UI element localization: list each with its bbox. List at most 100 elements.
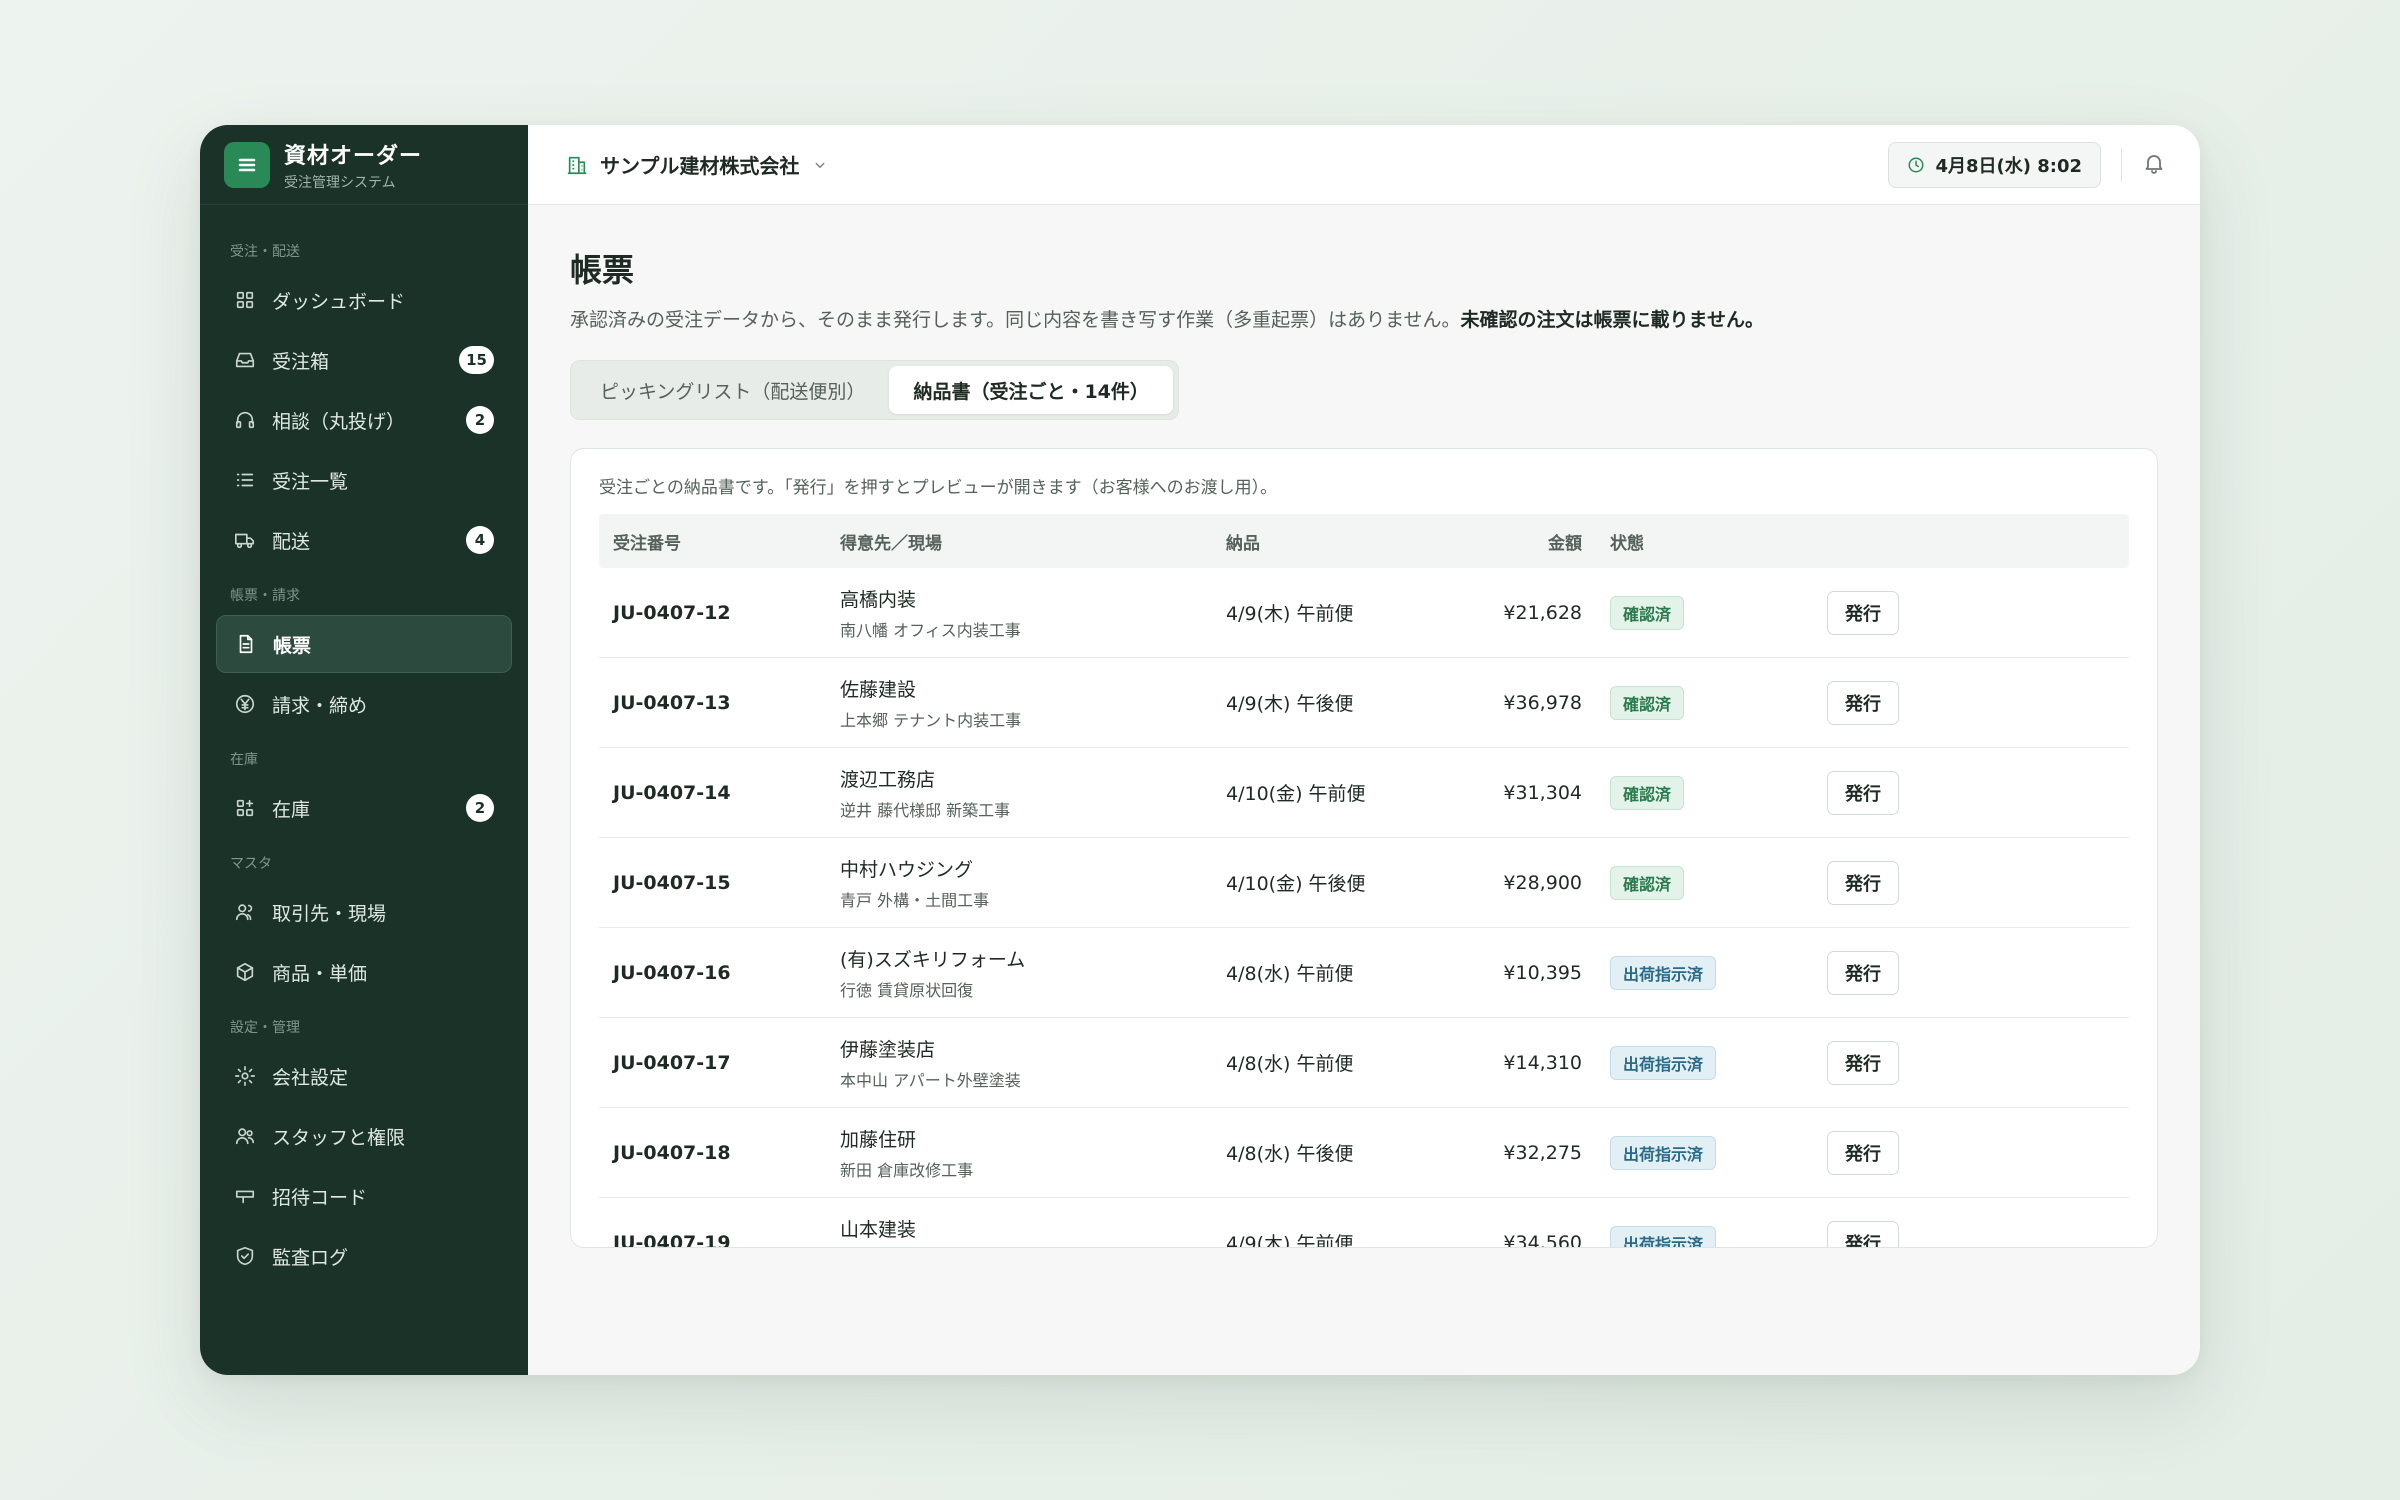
customer-name: (有)スズキリフォーム bbox=[840, 948, 1026, 971]
issue-button[interactable]: 発行 bbox=[1827, 1130, 1899, 1175]
sidebar-item-inventory[interactable]: 在庫 2 bbox=[216, 779, 512, 837]
sidebar-item-label: 取引先・現場 bbox=[272, 902, 387, 925]
delivery-slot: 4/9(木) 午前便 bbox=[1226, 603, 1354, 625]
page-description: 承認済みの受注データから、そのまま発行します。同じ内容を書き写す作業（多重起票）… bbox=[570, 305, 2158, 332]
sidebar-item-box[interactable]: 商品・単価 bbox=[216, 943, 512, 1001]
topbar: サンプル建材株式会社 4月8日(水) 8:02 bbox=[528, 125, 2200, 205]
sidebar-item-yen[interactable]: 請求・締め bbox=[216, 675, 512, 733]
staff-icon bbox=[235, 1128, 255, 1145]
sidebar-item-label: 会社設定 bbox=[272, 1066, 349, 1089]
customer-cell: 加藤住研 新田 倉庫改修工事 bbox=[840, 1125, 1226, 1181]
sidebar-item-inbox[interactable]: 受注箱 15 bbox=[216, 331, 512, 389]
customer-cell: 中村ハウジング 青戸 外構・土間工事 bbox=[840, 855, 1226, 911]
inbox-icon bbox=[235, 352, 255, 368]
sidebar-item-users[interactable]: 取引先・現場 bbox=[216, 883, 512, 941]
issue-button[interactable]: 発行 bbox=[1827, 770, 1899, 815]
amount: ¥34,560 bbox=[1503, 1231, 1582, 1248]
table-body: JU-0407-12 高橋内装 南八幡 オフィス内装工事 4/9(木) 午前便 ¥21,… bbox=[599, 568, 2129, 1248]
sidebar-item-label: 招待コード bbox=[272, 1186, 368, 1209]
sidebar-item-label: 帳票 bbox=[273, 634, 312, 657]
status-cell: 確認済 bbox=[1582, 685, 1827, 720]
building-icon bbox=[567, 156, 587, 174]
amount: ¥36,978 bbox=[1503, 691, 1582, 714]
customer-site: 上本郷 テナント内装工事 bbox=[840, 710, 1022, 730]
count-badge: 4 bbox=[466, 526, 494, 554]
customer-name: 加藤住研 bbox=[840, 1128, 917, 1151]
action-cell: 発行 bbox=[1827, 590, 2129, 635]
header-order-id: 受注番号 bbox=[613, 533, 681, 554]
delivery-slot: 4/8(水) 午前便 bbox=[1226, 1053, 1354, 1075]
clock-icon bbox=[1908, 157, 1924, 172]
status-badge: 確認済 bbox=[1610, 865, 1685, 900]
issue-button[interactable]: 発行 bbox=[1827, 590, 1899, 635]
table-row: JU-0407-13 佐藤建設 上本郷 テナント内装工事 4/9(木) 午後便 ¥36,… bbox=[599, 658, 2129, 748]
nav-section-label: マスタ bbox=[230, 856, 272, 872]
sidebar-item-label: 請求・締め bbox=[272, 694, 368, 717]
sidebar-item-document[interactable]: 帳票 bbox=[216, 615, 512, 673]
customer-site: 南八幡 オフィス内装工事 bbox=[840, 620, 1021, 640]
sidebar-item-shield[interactable]: 監査ログ bbox=[216, 1227, 512, 1285]
notification-button[interactable] bbox=[2142, 151, 2166, 179]
sidebar-item-list[interactable]: 受注一覧 bbox=[216, 451, 512, 509]
headset-icon bbox=[235, 411, 255, 429]
amount: ¥14,310 bbox=[1503, 1051, 1582, 1074]
header-customer: 得意先／現場 bbox=[840, 533, 942, 554]
brand: 資材オーダー 受注管理システム bbox=[200, 125, 528, 205]
sidebar-nav: 受注・配送 ダッシュボード 受注箱 15 相談（丸投げ） 2 受注一覧 配送 4 帳票・請求 帳票請… bbox=[200, 205, 528, 1375]
chevron-down-icon bbox=[815, 162, 825, 168]
customer-site: 逆井 藤代様邸 新築工事 bbox=[840, 800, 1011, 820]
status-cell: 出荷指示済 bbox=[1582, 1225, 1827, 1247]
customer-name: 高橋内装 bbox=[840, 588, 917, 611]
sidebar-item-label: 配送 bbox=[272, 530, 311, 553]
customer-name: 佐藤建設 bbox=[840, 678, 917, 701]
delivery-slot: 4/8(水) 午前便 bbox=[1226, 963, 1354, 985]
issue-button[interactable]: 発行 bbox=[1827, 1040, 1899, 1085]
status-badge: 出荷指示済 bbox=[1610, 1135, 1717, 1170]
company-name: サンプル建材株式会社 bbox=[600, 154, 800, 178]
action-cell: 発行 bbox=[1827, 770, 2129, 815]
sidebar-item-truck[interactable]: 配送 4 bbox=[216, 511, 512, 569]
status-cell: 出荷指示済 bbox=[1582, 1045, 1827, 1080]
tab-picking-list[interactable]: ピッキングリスト（配送便別） bbox=[576, 366, 889, 414]
sidebar-item-staff[interactable]: スタッフと権限 bbox=[216, 1107, 512, 1165]
sidebar-item-label: スタッフと権限 bbox=[272, 1126, 406, 1149]
tab-delivery-note[interactable]: 納品書（受注ごと・14件） bbox=[889, 366, 1173, 414]
customer-cell: 渡辺工務店逆井 藤代様邸 新築工事 bbox=[840, 765, 1226, 821]
status-cell: 確認済 bbox=[1582, 775, 1827, 810]
count-badge: 15 bbox=[459, 346, 494, 374]
sidebar-item-dashboard[interactable]: ダッシュボード bbox=[216, 271, 512, 329]
menu-icon[interactable] bbox=[224, 141, 270, 188]
brand-title: 資材オーダー bbox=[284, 143, 423, 169]
customer-name: 渡辺工務店 bbox=[840, 768, 936, 791]
customer-site: 亀有 集合住宅 大規模修繕 bbox=[840, 1247, 1226, 1248]
issue-button[interactable]: 発行 bbox=[1827, 950, 1899, 995]
sidebar-item-headset[interactable]: 相談（丸投げ） 2 bbox=[216, 391, 512, 449]
ticket-icon bbox=[235, 1190, 255, 1204]
issue-button[interactable]: 発行 bbox=[1827, 680, 1899, 725]
order-id: JU-0407-14 bbox=[613, 781, 731, 804]
amount: ¥21,628 bbox=[1503, 601, 1582, 624]
header-amount: 金額 bbox=[1548, 533, 1582, 554]
delivery-slot: 4/9(木) 午前便 bbox=[1226, 1233, 1354, 1248]
table-row: JU-0407-19 山本建装亀有 集合住宅 大規模修繕4/9(木) 午前便 ¥34… bbox=[599, 1198, 2129, 1248]
sidebar-item-gear[interactable]: 会社設定 bbox=[216, 1047, 512, 1105]
content: 帳票 承認済みの受注データから、そのまま発行します。同じ内容を書き写す作業（多重… bbox=[528, 205, 2200, 1375]
table-row: JU-0407-15 中村ハウジング 青戸 外構・土間工事 4/10(金) 午後便 ¥2… bbox=[599, 838, 2129, 928]
sidebar-item-ticket[interactable]: 招待コード bbox=[216, 1167, 512, 1225]
sidebar-item-label: 商品・単価 bbox=[272, 962, 368, 985]
nav-section-label: 在庫 bbox=[230, 752, 258, 768]
customer-cell: 佐藤建設上本郷 テナント内装工事 bbox=[840, 675, 1226, 731]
issue-button[interactable]: 発行 bbox=[1827, 1220, 1899, 1247]
customer-cell: 高橋内装南八幡 オフィス内装工事 bbox=[840, 585, 1226, 641]
company-switcher[interactable]: サンプル建材株式会社 bbox=[566, 150, 829, 179]
sidebar-item-label: 監査ログ bbox=[272, 1246, 349, 1269]
sidebar-item-label: ダッシュボード bbox=[272, 290, 406, 313]
order-id: JU-0407-13 bbox=[613, 691, 731, 714]
action-cell: 発行 bbox=[1827, 1040, 2129, 1085]
issue-button[interactable]: 発行 bbox=[1827, 860, 1899, 905]
status-badge: 確認済 bbox=[1610, 775, 1685, 810]
datetime-display: 4月8日(水) 8:02 bbox=[1888, 141, 2101, 188]
list-icon bbox=[236, 473, 254, 487]
bell-icon bbox=[2145, 154, 2163, 174]
customer-name: 中村ハウジング bbox=[840, 858, 974, 881]
